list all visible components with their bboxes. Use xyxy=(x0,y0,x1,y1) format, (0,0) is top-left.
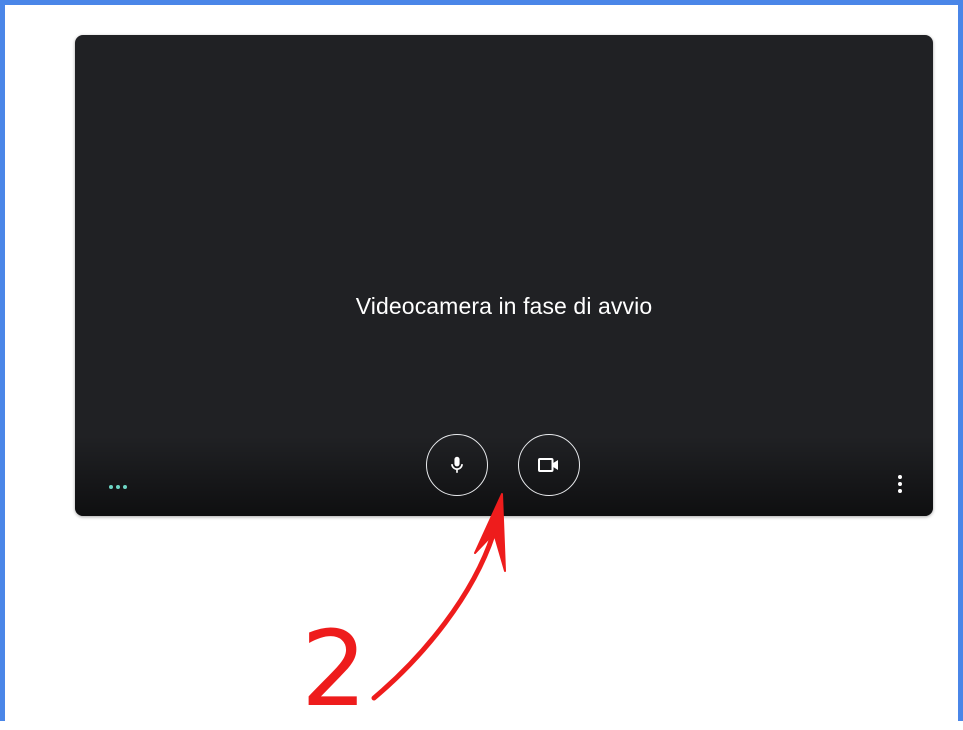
more-vert-icon xyxy=(898,475,902,479)
camera-preview: Videocamera in fase di avvio xyxy=(75,35,933,516)
preview-bottom-gradient xyxy=(75,436,933,516)
video-camera-icon xyxy=(538,458,558,472)
more-options-button[interactable] xyxy=(890,471,910,497)
microphone-icon xyxy=(451,456,463,473)
screenshot-frame: Videocamera in fase di avvio 2 xyxy=(0,0,963,721)
annotation-step-number: 2 xyxy=(301,608,368,730)
camera-status-text: Videocamera in fase di avvio xyxy=(355,293,653,319)
microphone-toggle-button[interactable] xyxy=(426,434,488,496)
camera-toggle-button[interactable] xyxy=(518,434,580,496)
audio-level-dots-icon xyxy=(109,485,127,489)
